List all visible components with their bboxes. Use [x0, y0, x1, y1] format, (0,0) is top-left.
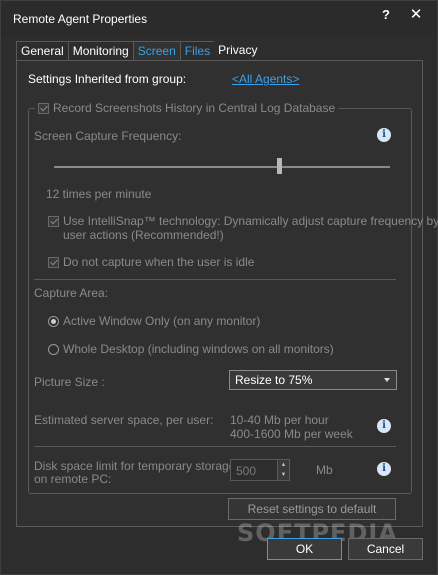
- spin-up-icon[interactable]: ▲: [277, 460, 289, 470]
- tab-screen[interactable]: Screen: [132, 41, 181, 61]
- frequency-value-text: 12 times per minute: [46, 187, 152, 201]
- frequency-slider-track[interactable]: [54, 166, 390, 168]
- idle-checkbox-box[interactable]: [48, 256, 59, 268]
- estimated-per-week: 400-1600 Mb per week: [230, 427, 353, 441]
- all-agents-link[interactable]: <All Agents>: [232, 72, 299, 86]
- tab-files[interactable]: Files: [179, 41, 216, 61]
- tab-strip: General Monitoring Screen Files Privacy: [16, 41, 262, 61]
- capture-area-label: Capture Area:: [34, 286, 109, 300]
- radio-active-window-label: Active Window Only (on any monitor): [63, 314, 261, 328]
- window-title: Remote Agent Properties: [13, 12, 148, 26]
- radio-active-window-dot[interactable]: [48, 315, 59, 327]
- idle-checkbox[interactable]: Do not capture when the user is idle: [48, 255, 254, 269]
- record-screenshots-checkbox[interactable]: Record Screenshots History in Central Lo…: [35, 101, 339, 115]
- disk-limit-value: 500: [236, 464, 257, 478]
- cancel-button[interactable]: Cancel: [348, 538, 423, 560]
- record-screenshots-label: Record Screenshots History in Central Lo…: [53, 101, 336, 115]
- tab-privacy[interactable]: Privacy: [214, 41, 262, 61]
- reset-defaults-button[interactable]: Reset settings to default: [228, 498, 396, 520]
- divider: [34, 446, 396, 447]
- estimated-space-label: Estimated server space, per user:: [34, 413, 214, 427]
- close-button[interactable]: ✕: [403, 5, 429, 25]
- ok-button[interactable]: OK: [267, 538, 342, 560]
- estimated-per-hour: 10-40 Mb per hour: [230, 413, 329, 427]
- spin-down-icon[interactable]: ▼: [277, 470, 289, 480]
- tab-monitoring[interactable]: Monitoring: [67, 41, 134, 61]
- radio-whole-desktop[interactable]: Whole Desktop (including windows on all …: [48, 342, 334, 356]
- title-bar: Remote Agent Properties ? ✕: [1, 1, 437, 37]
- screen-settings-panel: Settings Inherited from group: <All Agen…: [16, 60, 438, 527]
- frequency-slider-thumb[interactable]: [277, 158, 282, 174]
- intellisnap-checkbox-box[interactable]: [48, 215, 59, 227]
- record-checkbox-box[interactable]: [38, 102, 49, 114]
- help-button[interactable]: ?: [373, 5, 399, 25]
- intellisnap-label-line1: Use IntelliSnap™ technology: Dynamically…: [63, 214, 438, 228]
- disk-limit-label-line1: Disk space limit for temporary storage: [34, 459, 236, 473]
- dialog-window: Remote Agent Properties ? ✕ General Moni…: [0, 0, 438, 575]
- inherited-label: Settings Inherited from group:: [28, 72, 187, 86]
- picture-size-label: Picture Size :: [34, 375, 105, 389]
- radio-whole-desktop-label: Whole Desktop (including windows on all …: [63, 342, 334, 356]
- disk-limit-spinner[interactable]: 500 ▲ ▼: [230, 459, 290, 481]
- frequency-info-icon[interactable]: i: [377, 128, 391, 142]
- picture-size-value: Resize to 75%: [235, 373, 313, 387]
- disk-limit-unit: Mb: [316, 463, 333, 477]
- capture-frequency-label: Screen Capture Frequency:: [34, 129, 182, 143]
- radio-active-window[interactable]: Active Window Only (on any monitor): [48, 314, 260, 328]
- idle-label: Do not capture when the user is idle: [63, 255, 255, 269]
- intellisnap-label-line2: user actions (Recommended!): [63, 228, 224, 242]
- disk-limit-label-line2: on remote PC:: [34, 472, 112, 486]
- picture-size-select[interactable]: Resize to 75%: [229, 370, 397, 390]
- tab-general[interactable]: General: [16, 41, 69, 61]
- intellisnap-checkbox[interactable]: Use IntelliSnap™ technology: Dynamically…: [48, 214, 438, 228]
- divider: [34, 279, 396, 280]
- disk-limit-info-icon[interactable]: i: [377, 462, 391, 476]
- radio-whole-desktop-dot[interactable]: [48, 343, 59, 355]
- estimated-info-icon[interactable]: i: [377, 419, 391, 433]
- chevron-down-icon: [384, 378, 390, 382]
